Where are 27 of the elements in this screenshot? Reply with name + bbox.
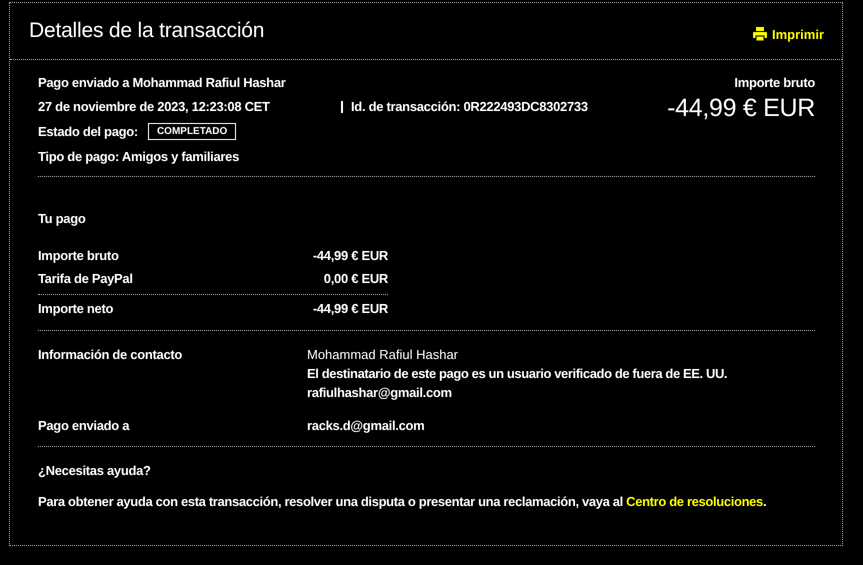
status-badge: COMPLETADO	[148, 123, 236, 140]
payment-label: Importe neto	[38, 301, 114, 316]
amount-value: -44,99 € EUR	[667, 94, 815, 123]
help-text: Para obtener ayuda con esta transacción, resolver una disputa o presentar una reclamación, vaya al Centro de resoluciones.	[38, 494, 768, 509]
contact-email: rafiulhashar@gmail.com	[307, 385, 453, 400]
payment-label: Importe bruto	[38, 248, 119, 263]
print-button[interactable]: Imprimir	[752, 26, 824, 42]
transaction-id: Id. de transacción: 0R222493DC8302733	[341, 100, 588, 112]
contact-label: Información de contacto	[38, 347, 184, 364]
status-label: Estado del pago:	[38, 124, 138, 139]
help-title: ¿Necesitas ayuda?	[38, 463, 152, 478]
page-title: Detalles de la transacción	[29, 19, 264, 43]
payment-label: Tarifa de PayPal	[38, 271, 133, 286]
sent-to-email: racks.d@gmail.com	[307, 418, 424, 433]
payment-type: Tipo de pago: Amigos y familiares	[38, 149, 240, 164]
payment-value: -44,99 € EUR	[312, 248, 388, 263]
payment-value: 0,00 € EUR	[324, 271, 388, 286]
recipient-text: Pago enviado a Mohammad Rafiul Hashar	[38, 75, 287, 90]
verification-note: El destinatario de este pago es un usuario verificado de fuera de EE. UU.	[307, 366, 728, 381]
section-title: Tu pago	[38, 211, 86, 226]
payment-value: -44,99 € EUR	[312, 301, 388, 316]
resolution-center-link[interactable]: Centro de resoluciones	[626, 494, 763, 509]
contact-name: Mohammad Rafiul Hashar	[307, 347, 460, 362]
amount-label: Importe bruto	[734, 75, 815, 90]
printer-icon	[752, 26, 768, 42]
sent-to-label: Pago enviado a	[38, 418, 130, 433]
date-text: 27 de noviembre de 2023, 12:23:08 CET	[38, 99, 271, 114]
